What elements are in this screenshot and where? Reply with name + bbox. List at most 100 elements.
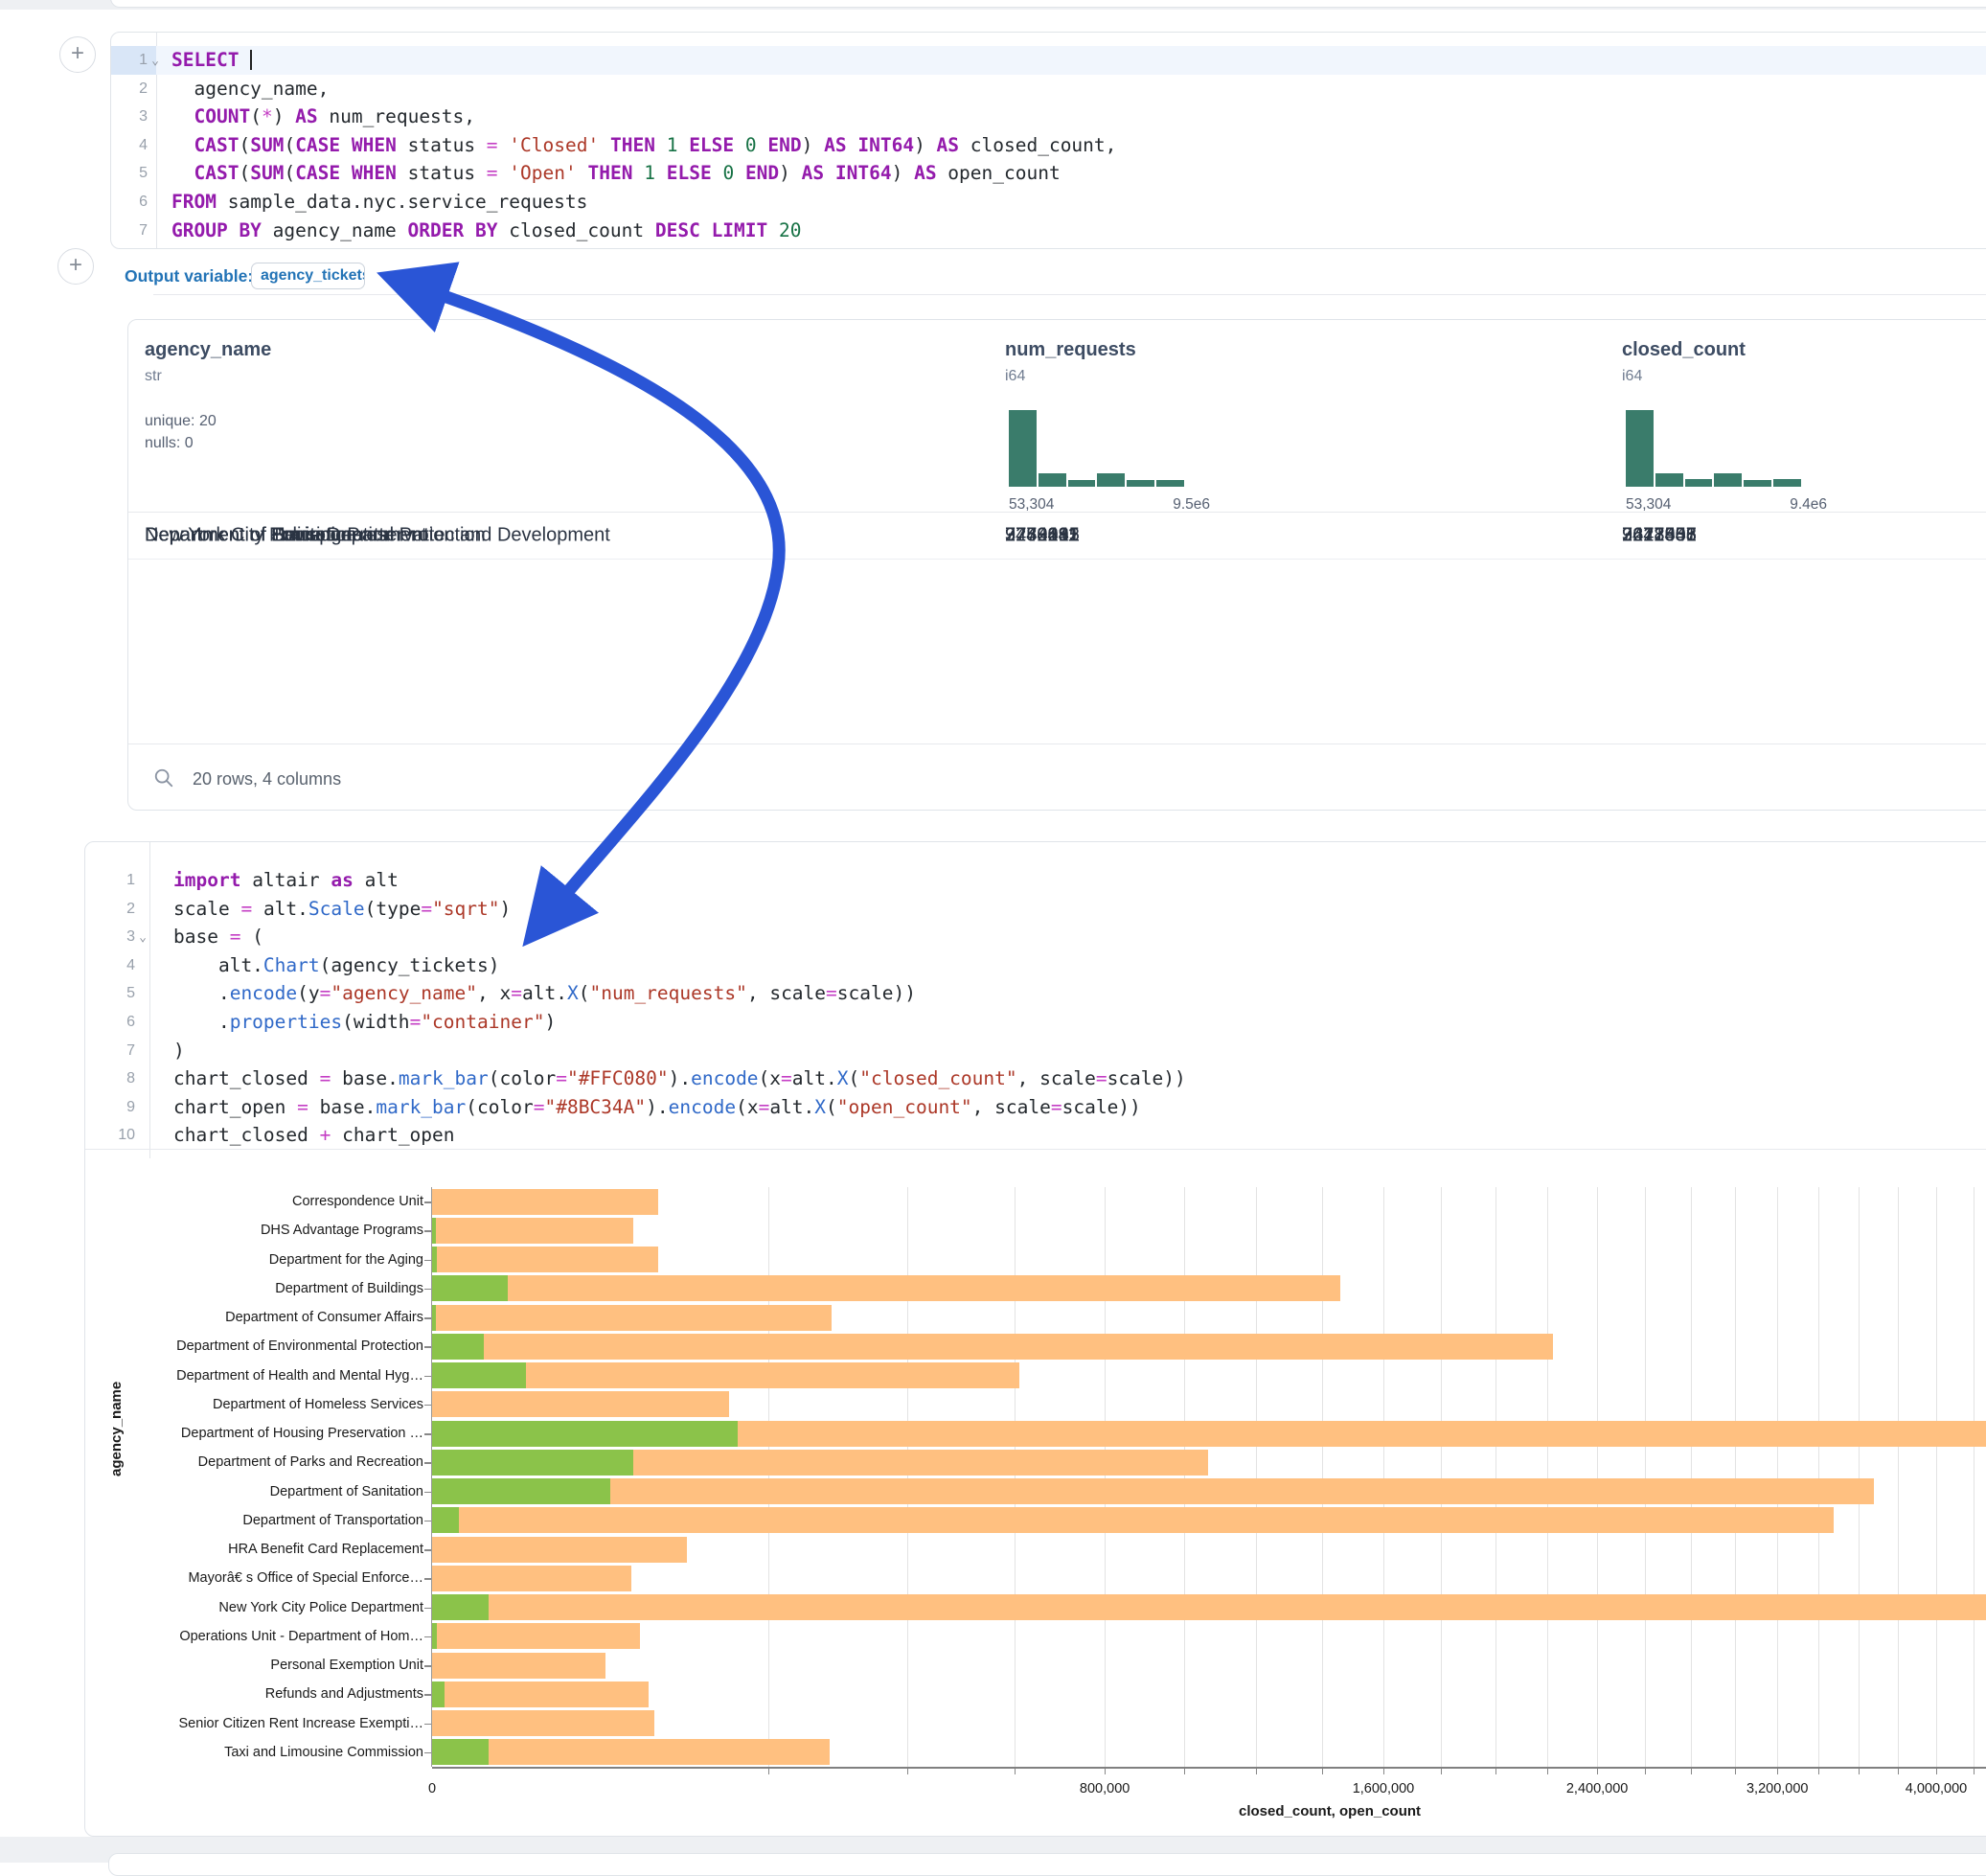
output-variable-label: Output variable: <box>125 266 253 286</box>
fold-chevron-icon[interactable]: ⌄ <box>148 47 163 76</box>
y-axis-tick <box>424 1433 431 1435</box>
line-number: 3 <box>99 923 135 951</box>
code-line[interactable]: 5 CAST(SUM(CASE WHEN status = 'Open' THE… <box>111 159 1986 188</box>
output-variable-pill[interactable]: agency_tickets <box>251 263 365 289</box>
sql-code-editor[interactable]: 1⌄SELECT 2 agency_name,3 COUNT(*) AS num… <box>111 46 1986 244</box>
code-text: CAST(SUM(CASE WHEN status = 'Closed' THE… <box>171 131 1116 160</box>
text-cursor <box>250 50 252 70</box>
closed-count-bar <box>432 1334 1553 1360</box>
code-line[interactable]: 8chart_closed = base.mark_bar(color="#FF… <box>85 1064 1986 1093</box>
y-axis-tick <box>424 1260 431 1262</box>
code-line[interactable]: 3⌄base = ( <box>85 923 1986 951</box>
code-line[interactable]: 1⌄SELECT <box>111 46 1986 75</box>
x-axis-tick <box>768 1769 769 1774</box>
column-nulls-stat: nulls: 0 <box>145 435 194 452</box>
histogram-bin <box>1009 410 1037 487</box>
code-text: .encode(y="agency_name", x=alt.X("num_re… <box>173 979 916 1008</box>
y-axis-tick <box>424 1752 431 1754</box>
gridline <box>1015 1187 1016 1767</box>
gridline <box>1691 1187 1692 1767</box>
code-line[interactable]: 1import altair as alt <box>85 866 1986 895</box>
code-text: import altair as alt <box>173 866 399 895</box>
add-cell-button-top[interactable]: + <box>59 36 96 73</box>
code-line[interactable]: 2 agency_name, <box>111 75 1986 103</box>
gridline <box>1383 1187 1384 1767</box>
y-axis-tick <box>424 1462 431 1464</box>
gridline <box>1936 1187 1937 1767</box>
y-axis-tick <box>424 1201 431 1203</box>
next-cell-edge <box>108 1853 1986 1876</box>
code-line[interactable]: 7GROUP BY agency_name ORDER BY closed_co… <box>111 217 1986 245</box>
line-number: 5 <box>99 979 135 1008</box>
gridline <box>1547 1187 1548 1767</box>
x-axis-tick <box>1974 1769 1975 1774</box>
code-output-divider <box>85 1149 1986 1150</box>
code-text: agency_name, <box>171 75 329 103</box>
altair-chart: Correspondence UnitDHS Advantage Program… <box>85 1158 1986 1829</box>
code-text: .properties(width="container") <box>173 1008 556 1037</box>
add-cell-button-middle[interactable]: + <box>57 248 94 285</box>
y-axis-tick <box>424 1724 431 1726</box>
gridline <box>1322 1187 1323 1767</box>
code-line[interactable]: 7) <box>85 1037 1986 1065</box>
code-text: chart_closed = base.mark_bar(color="#FFC… <box>173 1064 1186 1093</box>
y-axis-tick <box>424 1608 431 1610</box>
code-line[interactable]: 10chart_closed + chart_open <box>85 1121 1986 1150</box>
closed-count-histogram <box>1626 410 1801 487</box>
closed-count-bar <box>432 1623 640 1649</box>
y-axis-tick <box>424 1346 431 1348</box>
open-count-bar <box>432 1247 437 1272</box>
search-icon[interactable] <box>153 767 174 789</box>
closed-count-bar <box>432 1478 1874 1504</box>
code-text: ) <box>173 1037 185 1065</box>
x-axis-tick <box>1597 1769 1598 1774</box>
x-axis-title: closed_count, open_count <box>1239 1803 1421 1819</box>
code-line[interactable]: 6FROM sample_data.nyc.service_requests <box>111 188 1986 217</box>
code-text: chart_closed + chart_open <box>173 1121 455 1150</box>
code-line[interactable]: 4 CAST(SUM(CASE WHEN status = 'Closed' T… <box>111 131 1986 160</box>
x-axis-tick <box>1256 1769 1257 1774</box>
closed-count-bar <box>432 1566 631 1591</box>
fold-chevron-icon[interactable]: ⌄ <box>135 924 150 952</box>
y-axis-label: Taxi and Limousine Commission <box>224 1738 423 1767</box>
gridline <box>1184 1187 1185 1767</box>
histogram-bin <box>1773 479 1801 487</box>
line-number: 7 <box>111 217 148 245</box>
code-line[interactable]: 3 COUNT(*) AS num_requests, <box>111 103 1986 131</box>
closed-count-bar <box>432 1710 654 1736</box>
python-cell: 1import altair as alt2scale = alt.Scale(… <box>84 841 1986 1837</box>
open-count-bar <box>432 1623 437 1649</box>
table-row[interactable]: Department of Environmental Protection22… <box>128 513 1986 560</box>
code-text: chart_open = base.mark_bar(color="#8BC34… <box>173 1093 1141 1122</box>
y-axis-tick <box>424 1665 431 1667</box>
y-axis-label: Department of Transportation <box>242 1506 423 1535</box>
x-axis-tick <box>1322 1769 1323 1774</box>
x-axis-tick <box>1015 1769 1016 1774</box>
code-line[interactable]: 5 .encode(y="agency_name", x=alt.X("num_… <box>85 979 1986 1008</box>
code-text: scale = alt.Scale(type="sqrt") <box>173 895 511 924</box>
x-axis-tick <box>1441 1769 1442 1774</box>
histogram-bin <box>1685 479 1713 487</box>
column-title: closed_count <box>1622 339 1746 361</box>
y-axis-label: Department for the Aging <box>269 1246 423 1274</box>
y-axis-title: agency_name <box>108 1382 125 1476</box>
column-title: num_requests <box>1005 339 1136 361</box>
y-axis-tick <box>424 1289 431 1291</box>
closed-count-bar <box>432 1275 1340 1301</box>
sql-cell[interactable]: 1⌄SELECT 2 agency_name,3 COUNT(*) AS num… <box>110 32 1986 249</box>
column-type: i64 <box>1005 368 1025 385</box>
gridline <box>1974 1187 1975 1767</box>
y-axis-tick <box>424 1405 431 1407</box>
code-line[interactable]: 9chart_open = base.mark_bar(color="#8BC3… <box>85 1093 1986 1122</box>
code-line[interactable]: 4 alt.Chart(agency_tickets) <box>85 951 1986 980</box>
code-line[interactable]: 2scale = alt.Scale(type="sqrt") <box>85 895 1986 924</box>
y-axis-label: Department of Health and Mental Hyg… <box>176 1361 423 1390</box>
gridline <box>907 1187 908 1767</box>
open-count-bar <box>432 1478 610 1504</box>
x-axis-tick-label: 0 <box>428 1781 436 1796</box>
closed-count-bar <box>432 1507 1834 1533</box>
python-code-editor[interactable]: 1import altair as alt2scale = alt.Scale(… <box>85 866 1986 1150</box>
closed-count-bar <box>432 1305 832 1331</box>
gridline <box>1441 1187 1442 1767</box>
code-line[interactable]: 6 .properties(width="container") <box>85 1008 1986 1037</box>
